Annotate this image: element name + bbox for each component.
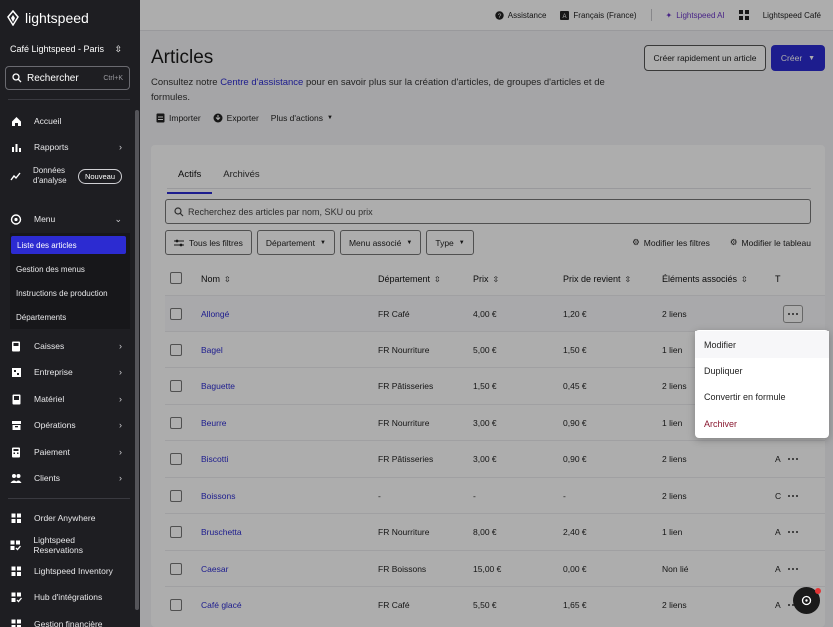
chevron-right-icon: › bbox=[119, 473, 122, 483]
chevron-right-icon: › bbox=[119, 420, 122, 430]
notification-dot bbox=[815, 588, 821, 594]
sidebar-item-order-anywhere[interactable]: Order Anywhere bbox=[0, 507, 132, 529]
payment-icon bbox=[10, 446, 22, 458]
flame-icon bbox=[7, 10, 19, 26]
submenu-item-departements[interactable]: Départements bbox=[10, 308, 130, 326]
brand-name: lightspeed bbox=[25, 10, 89, 26]
menu-item-dupliquer[interactable]: Dupliquer bbox=[695, 357, 829, 384]
chevron-right-icon: › bbox=[119, 142, 122, 152]
apps-icon bbox=[10, 565, 22, 577]
search-shortcut: Ctrl+K bbox=[103, 74, 123, 82]
sidebar-search[interactable]: Rechercher Ctrl+K bbox=[5, 66, 130, 90]
row-context-menu: Modifier Dupliquer Convertir en formule … bbox=[695, 330, 829, 438]
chevron-right-icon: › bbox=[119, 447, 122, 457]
sidebar-item-label: Entreprise bbox=[34, 367, 73, 377]
sidebar-item-label: Clients bbox=[34, 473, 60, 483]
sidebar-item-donnees[interactable]: Données d'analyse Nouveau bbox=[0, 165, 132, 187]
sidebar-divider bbox=[8, 498, 130, 499]
sidebar-item-materiel[interactable]: Matériel › bbox=[0, 388, 132, 410]
sidebar-item-label: Lightspeed Reservations bbox=[33, 535, 83, 555]
clients-icon bbox=[10, 472, 22, 484]
dim-overlay[interactable] bbox=[140, 0, 833, 627]
home-icon bbox=[10, 115, 22, 127]
submenu-item-production[interactable]: Instructions de production bbox=[10, 284, 130, 302]
register-icon bbox=[10, 340, 22, 352]
sidebar-item-hub[interactable]: Hub d'intégrations bbox=[0, 586, 132, 608]
sidebar-item-label: Rapports bbox=[34, 142, 69, 152]
apps-check-icon bbox=[10, 539, 22, 551]
menu-item-modifier[interactable]: Modifier bbox=[695, 331, 829, 358]
sidebar-divider bbox=[8, 99, 130, 100]
menu-submenu: Liste des articles Gestion des menus Ins… bbox=[10, 233, 130, 329]
chevron-down-icon: ⌄ bbox=[114, 213, 122, 224]
apps-icon bbox=[10, 512, 22, 524]
submenu-item-menus[interactable]: Gestion des menus bbox=[10, 260, 130, 278]
store-switcher[interactable]: Café Lightspeed - Paris ⇳ bbox=[0, 36, 132, 62]
sidebar-item-caisses[interactable]: Caisses › bbox=[0, 335, 132, 357]
sidebar-item-label: Hub d'intégrations bbox=[34, 592, 103, 602]
chat-icon bbox=[801, 595, 812, 606]
sidebar-item-menu[interactable]: Menu ⌄ bbox=[0, 208, 132, 230]
sidebar-item-paiement[interactable]: Paiement › bbox=[0, 441, 132, 463]
sidebar-item-label: Caisses bbox=[34, 341, 65, 351]
apps-check-icon bbox=[10, 591, 22, 603]
business-icon bbox=[10, 366, 22, 378]
sidebar-item-label: Données d'analyse bbox=[33, 166, 67, 185]
store-name: Café Lightspeed - Paris bbox=[10, 44, 105, 54]
sidebar-item-label: Opérations bbox=[34, 420, 76, 430]
chevron-right-icon: › bbox=[119, 367, 122, 377]
apps-icon bbox=[10, 618, 22, 627]
sidebar-item-operations[interactable]: Opérations › bbox=[0, 414, 132, 436]
analytics-icon bbox=[10, 170, 21, 182]
sidebar-scrollbar[interactable] bbox=[135, 110, 139, 610]
menu-item-archiver[interactable]: Archiver bbox=[695, 410, 829, 437]
chevron-updown-icon: ⇳ bbox=[114, 43, 122, 54]
sidebar-item-finance[interactable]: Gestion financière bbox=[0, 613, 132, 627]
sidebar-item-label: Accueil bbox=[34, 116, 62, 126]
chart-icon bbox=[10, 141, 22, 153]
sidebar-item-label: Gestion financière bbox=[34, 619, 103, 627]
sidebar-item-inventory[interactable]: Lightspeed Inventory bbox=[0, 560, 132, 582]
chevron-right-icon: › bbox=[119, 341, 122, 351]
hardware-icon bbox=[10, 393, 22, 405]
submenu-item-articles[interactable]: Liste des articles bbox=[11, 236, 126, 254]
sidebar-item-rapports[interactable]: Rapports › bbox=[0, 136, 132, 158]
sidebar-item-entreprise[interactable]: Entreprise › bbox=[0, 361, 132, 383]
chevron-right-icon: › bbox=[119, 394, 122, 404]
menu-icon bbox=[10, 213, 22, 225]
sidebar-item-label: Order Anywhere bbox=[34, 513, 96, 523]
operations-icon bbox=[10, 419, 22, 431]
new-badge: Nouveau bbox=[77, 168, 122, 184]
sidebar-item-reservations[interactable]: Lightspeed Reservations bbox=[0, 534, 132, 556]
sidebar-item-accueil[interactable]: Accueil bbox=[0, 110, 132, 132]
sidebar-item-label: Lightspeed Inventory bbox=[34, 566, 113, 576]
menu-item-convertir[interactable]: Convertir en formule bbox=[695, 383, 829, 410]
sidebar-item-label: Matériel bbox=[34, 394, 65, 404]
sidebar-item-label: Paiement bbox=[34, 447, 70, 457]
search-icon bbox=[12, 73, 22, 83]
sidebar-item-label: Menu bbox=[34, 214, 56, 224]
sidebar-item-clients[interactable]: Clients › bbox=[0, 467, 132, 489]
search-label: Rechercher bbox=[27, 72, 79, 84]
lightspeed-logo[interactable]: lightspeed bbox=[6, 8, 89, 28]
sidebar: lightspeed Café Lightspeed - Paris ⇳ Rec… bbox=[0, 0, 140, 627]
